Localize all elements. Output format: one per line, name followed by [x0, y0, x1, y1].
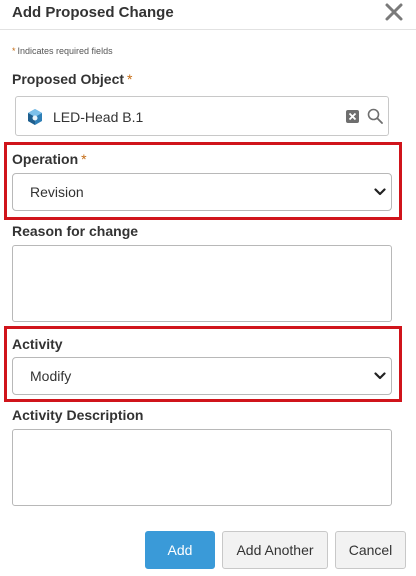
- part-icon: [28, 109, 42, 125]
- close-icon: [385, 3, 403, 21]
- chevron-down-icon: [374, 188, 386, 196]
- required-star: *: [12, 46, 16, 56]
- required-note-text: Indicates required fields: [17, 46, 113, 56]
- cancel-button[interactable]: Cancel: [335, 531, 406, 569]
- proposed-object-label: Proposed Object *: [12, 71, 132, 87]
- close-button[interactable]: [383, 1, 405, 23]
- activity-select[interactable]: Modify: [12, 357, 392, 395]
- add-another-button[interactable]: Add Another: [222, 531, 328, 569]
- activity-description-label: Activity Description: [12, 407, 143, 423]
- activity-label-text: Activity: [12, 336, 63, 352]
- reason-textarea[interactable]: [12, 245, 392, 322]
- proposed-object-label-text: Proposed Object: [12, 71, 125, 87]
- add-button[interactable]: Add: [145, 531, 215, 569]
- clear-icon[interactable]: [346, 110, 359, 123]
- proposed-object-field[interactable]: LED-Head B.1: [15, 96, 389, 136]
- chevron-down-icon: [374, 372, 386, 380]
- search-icon[interactable]: [367, 108, 383, 124]
- dialog-header: Add Proposed Change: [0, 0, 416, 30]
- operation-label-text: Operation: [12, 151, 79, 167]
- activity-description-label-text: Activity Description: [12, 407, 144, 423]
- reason-label-text: Reason for change: [12, 223, 139, 239]
- operation-selected-value: Revision: [30, 184, 84, 200]
- operation-label: Operation *: [12, 151, 87, 167]
- operation-select[interactable]: Revision: [12, 173, 392, 211]
- reason-label: Reason for change: [12, 223, 138, 239]
- activity-label: Activity: [12, 336, 63, 352]
- required-star: *: [127, 71, 133, 87]
- dialog-title: Add Proposed Change: [12, 4, 174, 21]
- activity-description-textarea[interactable]: [12, 429, 392, 506]
- proposed-object-value: LED-Head B.1: [53, 109, 144, 125]
- required-fields-note: * Indicates required fields: [12, 46, 113, 56]
- required-star: *: [81, 151, 87, 167]
- activity-selected-value: Modify: [30, 368, 72, 384]
